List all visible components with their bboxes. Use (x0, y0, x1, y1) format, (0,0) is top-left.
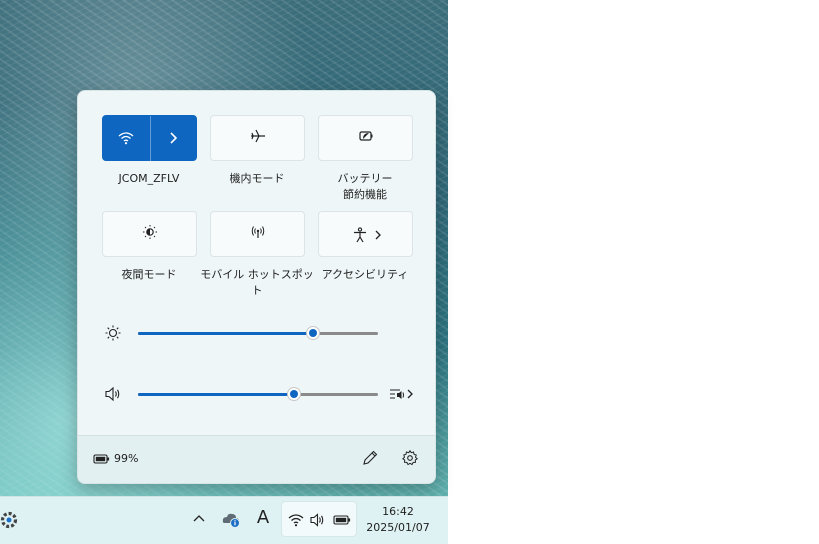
accessibility-chevron-icon[interactable] (371, 227, 385, 247)
wifi-expand-chevron-icon[interactable] (165, 130, 181, 150)
wifi-icon (117, 129, 135, 151)
night-light-icon (141, 223, 159, 245)
ime-mode-indicator[interactable]: A (253, 507, 273, 528)
tray-speaker-icon (309, 511, 327, 533)
onedrive-status-icon[interactable] (220, 509, 242, 533)
airplane-mode-tile[interactable] (210, 115, 305, 161)
taskbar-clock-date[interactable]: 2025/01/07 (363, 521, 433, 534)
mobile-hotspot-tile[interactable] (210, 211, 305, 257)
accessibility-icon (351, 226, 369, 248)
brightness-slider-thumb[interactable] (306, 326, 321, 340)
airplane-icon (249, 127, 267, 149)
battery-saver-label: バッテリー 節約機能 (337, 172, 393, 201)
tray-wifi-icon (287, 511, 305, 533)
accessibility-tile[interactable] (318, 211, 413, 257)
wifi-tile[interactable] (102, 115, 197, 162)
system-tray-quick-settings-button[interactable] (281, 501, 357, 537)
volume-slider-thumb[interactable] (287, 387, 301, 401)
accessibility-label: アクセシビリティ (321, 268, 409, 281)
speaker-icon[interactable] (104, 385, 124, 407)
quick-settings-panel: JCOM_ZFLV 機内モード バッテリー 節約機能 夜間モード モバイル ホッ… (77, 90, 436, 484)
show-hidden-icons-chevron-icon[interactable] (191, 511, 207, 531)
wifi-tile-label: JCOM_ZFLV (118, 172, 180, 185)
tray-battery-icon (333, 512, 353, 532)
settings-app-taskbar-icon[interactable] (0, 508, 22, 536)
wifi-tile-divider (150, 116, 151, 162)
night-light-tile[interactable] (102, 211, 197, 257)
battery-percent: 99% (114, 452, 139, 465)
volume-slider[interactable] (138, 393, 378, 396)
battery-saver-tile[interactable] (318, 115, 413, 161)
mobile-hotspot-label: モバイル ホットスポッ ト (200, 268, 314, 297)
quick-settings-footer: 99% (78, 435, 435, 483)
taskbar-clock-time[interactable]: 16:42 (363, 505, 433, 518)
volume-slider-fill (138, 393, 294, 396)
brightness-slider-fill (138, 332, 314, 335)
audio-output-select-icon[interactable] (389, 385, 417, 407)
hotspot-icon (249, 223, 267, 245)
settings-gear-icon[interactable] (401, 449, 419, 471)
airplane-mode-label: 機内モード (229, 172, 285, 185)
night-light-label: 夜間モード (121, 268, 177, 281)
brightness-icon (104, 324, 122, 346)
edit-pencil-icon[interactable] (361, 449, 379, 471)
battery-saver-icon (357, 127, 375, 149)
battery-icon (93, 451, 111, 471)
brightness-slider[interactable] (138, 332, 378, 335)
